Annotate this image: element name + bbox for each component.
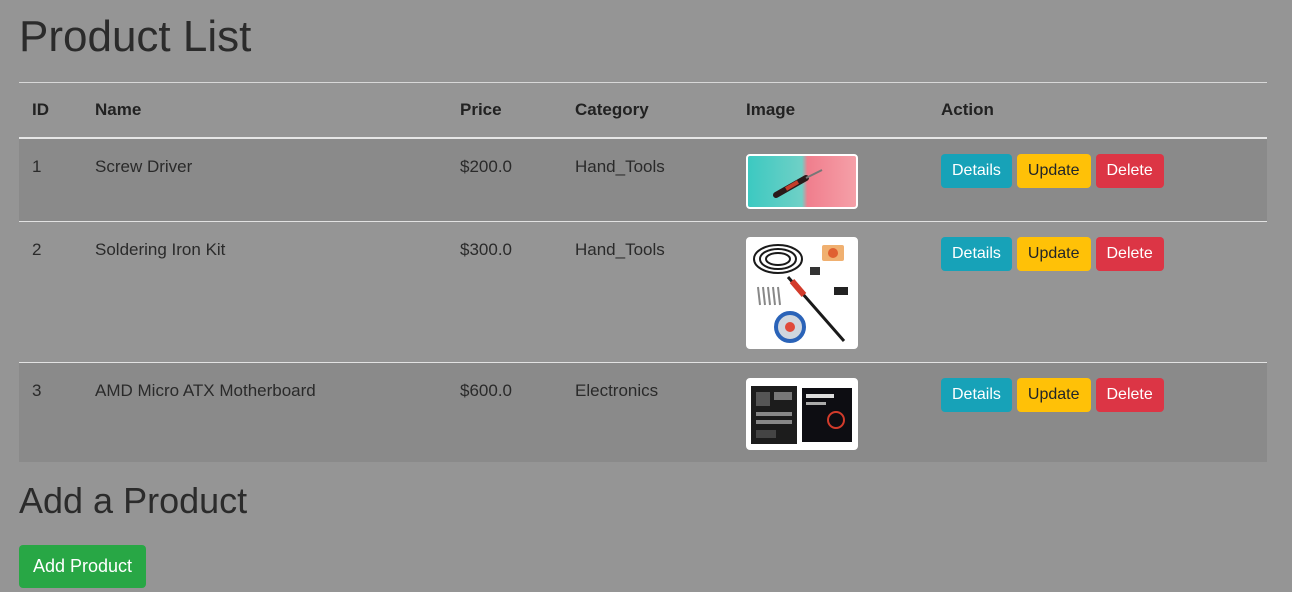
add-product-heading: Add a Product — [19, 480, 248, 521]
header-action: Action — [928, 82, 1267, 139]
screwdriver-image — [746, 154, 858, 209]
product-id: 1 — [32, 157, 42, 176]
soldering-iron-kit-image — [746, 236, 858, 349]
page-title: Product List — [19, 12, 252, 61]
details-button[interactable]: Details — [941, 236, 1012, 271]
delete-button[interactable]: Delete — [1095, 236, 1164, 271]
page: Product List ID Name Price Category Imag… — [0, 0, 1292, 592]
product-id: 3 — [32, 380, 42, 400]
header-image: Image — [733, 82, 928, 139]
update-button[interactable]: Update — [1016, 377, 1091, 412]
update-button[interactable]: Update — [1016, 154, 1091, 188]
delete-button[interactable]: Delete — [1095, 377, 1164, 412]
header-id: ID — [19, 82, 82, 139]
table-header-row: ID Name Price Category Image Action — [19, 82, 1267, 139]
product-category: Hand_Tools — [575, 157, 665, 176]
product-name: AMD Micro ATX Motherboard — [95, 380, 316, 400]
table-row: 1 Screw Driver $200.0 Hand_Tools Details… — [19, 137, 1267, 221]
header-name: Name — [82, 82, 447, 139]
table-row: 3 AMD Micro ATX Motherboard $600.0 Elect… — [19, 361, 1267, 462]
header-category: Category — [562, 82, 733, 139]
product-name: Soldering Iron Kit — [95, 239, 226, 259]
motherboard-image — [746, 377, 858, 450]
product-category: Electronics — [575, 380, 659, 400]
product-price: $600.0 — [460, 380, 512, 400]
header-price: Price — [447, 82, 562, 139]
product-price: $200.0 — [460, 157, 512, 176]
update-button[interactable]: Update — [1016, 236, 1091, 271]
product-table: ID Name Price Category Image Action 1 Sc… — [19, 82, 1267, 462]
product-name: Screw Driver — [95, 157, 193, 176]
product-category: Hand_Tools — [575, 239, 665, 259]
delete-button[interactable]: Delete — [1095, 154, 1164, 188]
details-button[interactable]: Details — [941, 154, 1012, 188]
product-price: $300.0 — [460, 239, 512, 259]
table-row: 2 Soldering Iron Kit $300.0 Hand_Tools D… — [19, 220, 1267, 362]
details-button[interactable]: Details — [941, 377, 1012, 412]
product-id: 2 — [32, 239, 42, 259]
add-product-button[interactable]: Add Product — [19, 545, 147, 588]
